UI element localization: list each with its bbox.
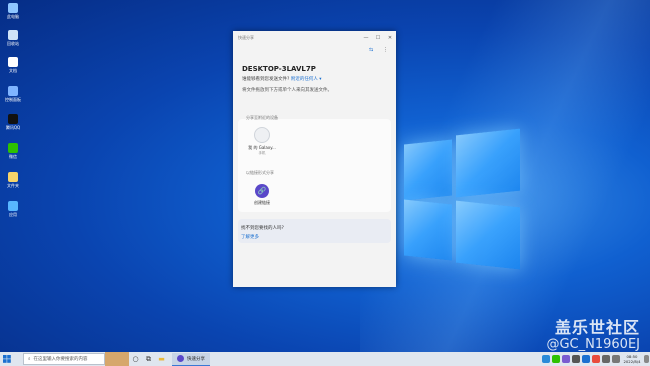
minimize-button[interactable]: — bbox=[360, 35, 372, 41]
wechat-icon[interactable] bbox=[552, 355, 560, 363]
phone-icon bbox=[254, 127, 270, 143]
cortana-icon[interactable]: ○ bbox=[129, 352, 142, 366]
desktop-icon[interactable]: 腾讯QQ bbox=[3, 114, 23, 131]
tray-app-icon[interactable] bbox=[572, 355, 580, 363]
learn-more-link[interactable]: 了解更多 bbox=[241, 234, 259, 240]
tray-app-icon[interactable] bbox=[582, 355, 590, 363]
more-options-icon[interactable]: ⋮ bbox=[383, 47, 388, 53]
visibility-row: 谁能够看到您发送文件? 附近的任何人 ▾ bbox=[242, 76, 396, 82]
title-bar[interactable]: 快速分享 — ☐ ✕ bbox=[233, 31, 396, 45]
nearby-header: 分享至附近的设备 bbox=[246, 115, 278, 120]
desktop-icon[interactable]: 文档 bbox=[3, 57, 23, 74]
task-view-icon[interactable]: ⧉ bbox=[142, 352, 155, 366]
swap-icon[interactable]: ⇆ bbox=[369, 47, 373, 53]
desktop-icon-image bbox=[8, 201, 18, 211]
desktop-icon-label: 此电脑 bbox=[7, 14, 19, 19]
tray-app-icon[interactable] bbox=[562, 355, 570, 363]
pc-name: DESKTOP-3LAVL7P bbox=[242, 65, 316, 73]
desktop-icon[interactable]: 文件夹 bbox=[3, 172, 23, 189]
file-explorer-icon[interactable]: ▬ bbox=[155, 352, 168, 366]
search-icon: ⌕ bbox=[28, 357, 31, 362]
create-link-button[interactable]: 🔗 创建链接 bbox=[244, 184, 280, 206]
taskbar-app-quick-share[interactable]: 快速分享 bbox=[172, 352, 210, 366]
tray-app-icon[interactable] bbox=[592, 355, 600, 363]
help-question: 找不到您要找的人吗? bbox=[241, 226, 284, 231]
volume-icon[interactable] bbox=[612, 355, 620, 363]
windows-logo bbox=[402, 128, 622, 270]
taskbar-app-label: 快速分享 bbox=[187, 356, 205, 362]
desktop-icon-image bbox=[8, 57, 18, 67]
share-window[interactable]: 快速分享 — ☐ ✕ ⇆ ⋮ DESKTOP-3LAVL7P 谁能够看到您发送文… bbox=[233, 31, 396, 287]
desktop-icon-label: 控制面板 bbox=[5, 97, 21, 102]
visibility-value: 附近的任何人 bbox=[290, 77, 318, 82]
search-box[interactable]: ⌕ 在这里输入你要搜索的内容 bbox=[23, 353, 105, 365]
desktop-icon-image bbox=[8, 172, 18, 182]
desktop-icon-label: 文件夹 bbox=[7, 183, 19, 188]
link-share-header: 以链接形式分享 bbox=[246, 170, 274, 175]
search-highlight-icon[interactable] bbox=[105, 352, 129, 366]
desktop-icon-image bbox=[8, 114, 18, 124]
start-button[interactable] bbox=[0, 352, 13, 366]
visibility-dropdown[interactable]: 附近的任何人 ▾ bbox=[291, 77, 322, 82]
windows-icon bbox=[2, 355, 11, 363]
desktop-icon[interactable]: 微信 bbox=[3, 143, 23, 160]
notification-icon[interactable] bbox=[644, 355, 649, 363]
maximize-button[interactable]: ☐ bbox=[372, 35, 384, 41]
taskbar: ⌕ 在这里输入你要搜索的内容 ○ ⧉ ▬ 快速分享 08:50 2022/8/4 bbox=[0, 352, 650, 366]
desktop-icon[interactable]: 应用 bbox=[3, 201, 23, 218]
search-placeholder: 在这里输入你要搜索的内容 bbox=[33, 357, 88, 362]
chevron-down-icon: ▾ bbox=[319, 77, 322, 82]
close-button[interactable]: ✕ bbox=[384, 35, 396, 41]
desktop-icon-label: 回收站 bbox=[7, 41, 19, 46]
help-box: 找不到您要找的人吗? 了解更多 bbox=[238, 219, 391, 243]
desktop-icon-image bbox=[8, 86, 18, 96]
tray-app-icon[interactable] bbox=[542, 355, 550, 363]
desktop-icon-label: 文档 bbox=[9, 68, 17, 73]
toolbar: ⇆ ⋮ bbox=[233, 45, 396, 55]
visibility-label: 谁能够看到您发送文件? bbox=[242, 77, 290, 82]
clock[interactable]: 08:50 2022/8/4 bbox=[621, 354, 643, 364]
watermark-handle: @GC_N1960EJ bbox=[546, 337, 640, 352]
desktop-icon-label: 应用 bbox=[9, 212, 17, 217]
quick-share-icon bbox=[177, 355, 184, 362]
desktop-icon-label: 微信 bbox=[9, 154, 17, 159]
desktop-icon[interactable]: 回收站 bbox=[3, 30, 23, 47]
desktop-icon-label: 腾讯QQ bbox=[5, 125, 21, 130]
window-title: 快速分享 bbox=[238, 35, 254, 40]
device-sub: 手机 bbox=[258, 151, 266, 155]
desktop-icon[interactable]: 控制面板 bbox=[3, 86, 23, 103]
desktop-icon-image bbox=[8, 143, 18, 153]
link-share-card: 以链接形式分享 🔗 创建链接 bbox=[238, 170, 391, 212]
watermark-title: 盖乐世社区 bbox=[554, 318, 640, 337]
network-icon[interactable] bbox=[602, 355, 610, 363]
desktop-icon[interactable]: 此电脑 bbox=[3, 3, 23, 20]
link-icon: 🔗 bbox=[255, 184, 269, 198]
clock-date: 2022/8/4 bbox=[623, 359, 641, 364]
system-tray: 08:50 2022/8/4 bbox=[541, 352, 650, 366]
device-galaxy[interactable]: 我 的 Galaxy... 手机 bbox=[244, 127, 280, 156]
create-link-label: 创建链接 bbox=[254, 200, 270, 205]
desktop-icon-image bbox=[8, 30, 18, 40]
drop-hint: 将文件拖放到下方或单个人来向其发送文件。 bbox=[242, 88, 332, 93]
desktop-icon-image bbox=[8, 3, 18, 13]
